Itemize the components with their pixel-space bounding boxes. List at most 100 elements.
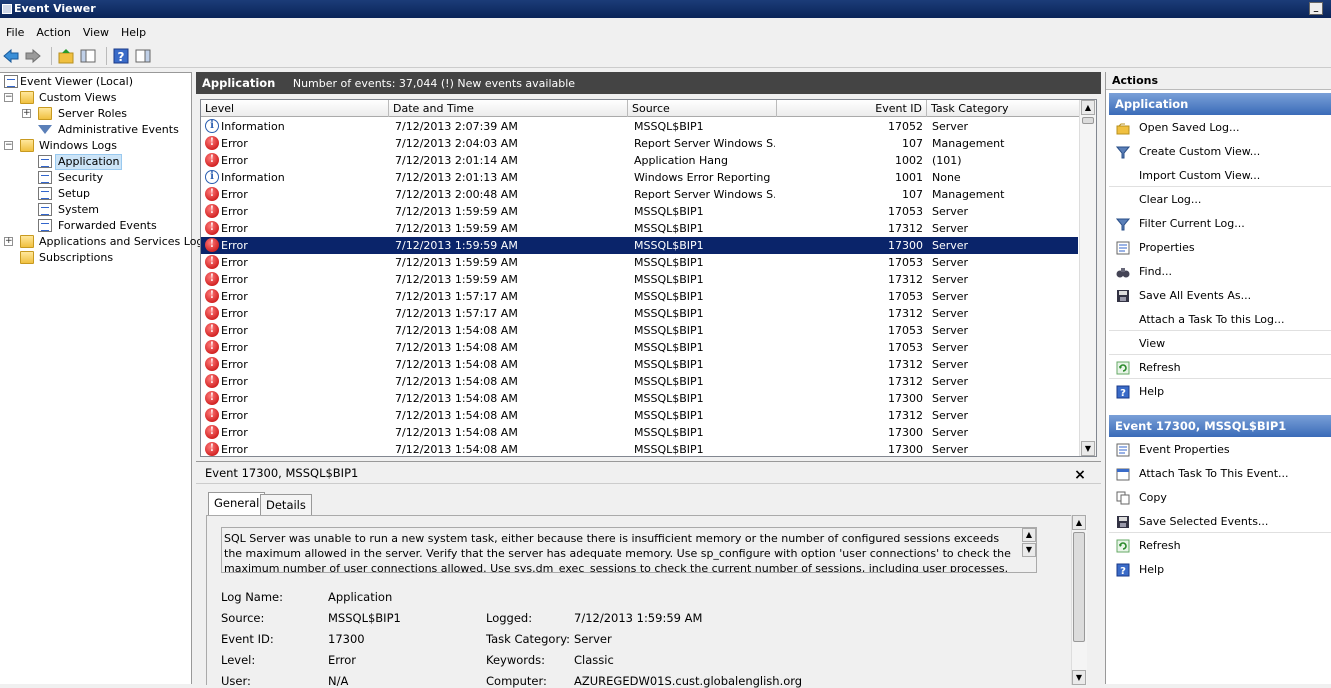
scroll-thumb[interactable] <box>1082 117 1094 124</box>
keywords-label: Keywords: <box>486 653 545 667</box>
menu-view[interactable]: View <box>81 26 119 39</box>
properties-icon <box>1116 443 1130 457</box>
detail-scrollbar[interactable]: ▲ ▼ <box>1071 515 1087 685</box>
cell-date: 7/12/2013 1:54:08 AM <box>395 375 518 388</box>
table-row[interactable]: ! Error 7/12/2013 1:54:08 AM MSSQL$BIP1 1731… <box>201 373 1078 390</box>
tab-general[interactable]: General <box>208 492 266 516</box>
tree-item-custom-views[interactable]: − Custom Views <box>4 90 184 106</box>
tree-item-setup[interactable]: Setup <box>38 186 158 202</box>
action-help[interactable]: ? Help <box>1109 381 1331 403</box>
cell-id: 1002 <box>895 154 923 167</box>
action-open-saved-log[interactable]: Open Saved Log... <box>1109 117 1331 139</box>
action-properties[interactable]: Properties <box>1109 237 1331 259</box>
filter-icon <box>1115 217 1131 231</box>
action-copy[interactable]: Copy <box>1109 487 1331 509</box>
table-row[interactable]: ! Error 7/12/2013 1:57:17 AM MSSQL$BIP1 1731… <box>201 305 1078 322</box>
tree-item-system[interactable]: System <box>38 202 158 218</box>
action-save-all-events-as[interactable]: Save All Events As... <box>1109 285 1331 307</box>
table-row[interactable]: ! Error 7/12/2013 2:01:14 AM Application Ha… <box>201 152 1078 169</box>
action-filter-current-log[interactable]: Filter Current Log... <box>1109 213 1331 235</box>
table-row[interactable]: ! Error 7/12/2013 1:59:59 AM MSSQL$BIP1 1705… <box>201 254 1078 271</box>
collapse-icon[interactable]: − <box>4 93 13 102</box>
action-attach-task-to-this-event[interactable]: Attach Task To This Event... <box>1109 463 1331 485</box>
scroll-down-arrow-icon[interactable]: ▼ <box>1072 670 1086 685</box>
collapse-icon[interactable]: − <box>4 141 13 150</box>
user-label: User: <box>221 674 251 688</box>
column-header-task-category[interactable]: Task Category <box>927 100 1081 117</box>
tree-item-subscriptions[interactable]: Subscriptions <box>20 250 140 266</box>
table-row[interactable]: ! Error 7/12/2013 2:00:48 AM Report Server … <box>201 186 1078 203</box>
cell-source: MSSQL$BIP1 <box>634 120 704 133</box>
cell-date: 7/12/2013 1:57:17 AM <box>395 307 518 320</box>
action-event-properties[interactable]: Event Properties <box>1109 439 1331 461</box>
action-refresh[interactable]: Refresh <box>1109 535 1331 557</box>
show-hide-tree-icon[interactable] <box>79 47 99 65</box>
error-icon: ! <box>205 204 219 218</box>
table-row[interactable]: ! Error 7/12/2013 1:59:59 AM MSSQL$BIP1 1731… <box>201 220 1078 237</box>
tree-item-server-roles[interactable]: + Server Roles <box>20 106 180 122</box>
save-icon <box>1116 289 1130 303</box>
tab-details[interactable]: Details <box>260 494 312 516</box>
tree-item-forwarded-events[interactable]: Forwarded Events <box>38 218 178 234</box>
column-header-event-id[interactable]: Event ID <box>777 100 927 117</box>
tree-item-application[interactable]: Application <box>38 154 158 170</box>
column-header-level[interactable]: Level <box>201 100 389 117</box>
event-description[interactable]: SQL Server was unable to run a new syste… <box>221 527 1037 573</box>
scroll-up-arrow-icon[interactable]: ▲ <box>1072 515 1086 530</box>
action-create-custom-view[interactable]: Create Custom View... <box>1109 141 1331 163</box>
events-scrollbar[interactable]: ▲ ▼ <box>1079 100 1096 456</box>
action-save-selected-events[interactable]: Save Selected Events... <box>1109 511 1331 533</box>
table-row[interactable]: ! Error 7/12/2013 1:54:08 AM MSSQL$BIP1 1731… <box>201 407 1078 424</box>
close-icon[interactable]: × <box>1073 464 1087 486</box>
action-attach-a-task-to-this-log[interactable]: Attach a Task To this Log... <box>1109 309 1331 331</box>
menu-file[interactable]: File <box>4 26 34 39</box>
scroll-down-arrow-icon[interactable]: ▼ <box>1022 543 1036 557</box>
action-find[interactable]: Find... <box>1109 261 1331 283</box>
table-row[interactable]: ! Error 7/12/2013 1:59:59 AM MSSQL$BIP1 1731… <box>201 271 1078 288</box>
minimize-button[interactable]: _ <box>1309 2 1323 15</box>
expand-icon[interactable]: + <box>22 109 31 118</box>
tree-item-security[interactable]: Security <box>38 170 158 186</box>
table-row[interactable]: i Information 7/12/2013 2:01:13 AM Windows … <box>201 169 1078 186</box>
action-label: Attach Task To This Event... <box>1139 467 1289 480</box>
scroll-down-arrow-icon[interactable]: ▼ <box>1081 441 1095 456</box>
column-header-source[interactable]: Source <box>628 100 777 117</box>
actions-section-application[interactable]: Application <box>1109 93 1331 115</box>
up-folder-icon[interactable] <box>57 47 77 65</box>
table-row[interactable]: ! Error 7/12/2013 1:59:59 AM MSSQL$BIP1 1705… <box>201 203 1078 220</box>
back-arrow-icon[interactable] <box>2 47 22 65</box>
action-help[interactable]: ? Help <box>1109 559 1331 581</box>
expand-icon[interactable]: + <box>4 237 13 246</box>
table-row[interactable]: ! Error 7/12/2013 1:54:08 AM MSSQL$BIP1 1705… <box>201 322 1078 339</box>
action-clear-log[interactable]: Clear Log... <box>1109 189 1331 211</box>
table-row[interactable]: ! Error 7/12/2013 1:54:08 AM MSSQL$BIP1 1730… <box>201 390 1078 407</box>
actions-section-event[interactable]: Event 17300, MSSQL$BIP1 <box>1109 415 1331 437</box>
menu-help[interactable]: Help <box>119 26 156 39</box>
table-row[interactable]: ! Error 7/12/2013 1:54:08 AM MSSQL$BIP1 1705… <box>201 339 1078 356</box>
table-row[interactable]: ! Error 7/12/2013 1:54:08 AM MSSQL$BIP1 1731… <box>201 356 1078 373</box>
event-id-label: Event ID: <box>221 632 274 646</box>
table-row[interactable]: ! Error 7/12/2013 1:54:08 AM MSSQL$BIP1 1730… <box>201 424 1078 441</box>
table-header: Level Date and Time Source Event ID Task… <box>201 100 1081 117</box>
menu-action[interactable]: Action <box>34 26 80 39</box>
tree-item-windows-logs[interactable]: − Windows Logs <box>4 138 184 154</box>
table-row[interactable]: ! Error 7/12/2013 1:59:59 AM MSSQL$BIP1 1730… <box>201 237 1078 254</box>
table-row[interactable]: ! Error 7/12/2013 1:54:08 AM MSSQL$BIP1 1730… <box>201 441 1078 456</box>
table-row[interactable]: i Information 7/12/2013 2:07:39 AM MSSQL$BI… <box>201 118 1078 135</box>
action-refresh[interactable]: Refresh <box>1109 357 1331 379</box>
action-import-custom-view[interactable]: Import Custom View... <box>1109 165 1331 187</box>
tree-item-administrative-events[interactable]: Administrative Events <box>38 122 188 138</box>
scroll-up-arrow-icon[interactable]: ▲ <box>1022 528 1036 542</box>
table-row[interactable]: ! Error 7/12/2013 1:57:17 AM MSSQL$BIP1 1705… <box>201 288 1078 305</box>
description-scrollbar[interactable]: ▲ ▼ <box>1022 528 1036 572</box>
show-hide-action-pane-icon[interactable] <box>134 47 154 65</box>
subscriptions-icon <box>20 251 34 264</box>
scroll-thumb[interactable] <box>1073 532 1085 642</box>
help-icon[interactable]: ? <box>112 47 132 65</box>
scroll-up-arrow-icon[interactable]: ▲ <box>1081 100 1095 115</box>
column-header-date-and-time[interactable]: Date and Time <box>389 100 628 117</box>
table-row[interactable]: ! Error 7/12/2013 2:04:03 AM Report Server … <box>201 135 1078 152</box>
tree-item-applications-and-services-logs[interactable]: + Applications and Services Logs <box>4 234 209 250</box>
forward-arrow-icon[interactable] <box>24 47 44 65</box>
action-view[interactable]: View <box>1109 333 1331 355</box>
